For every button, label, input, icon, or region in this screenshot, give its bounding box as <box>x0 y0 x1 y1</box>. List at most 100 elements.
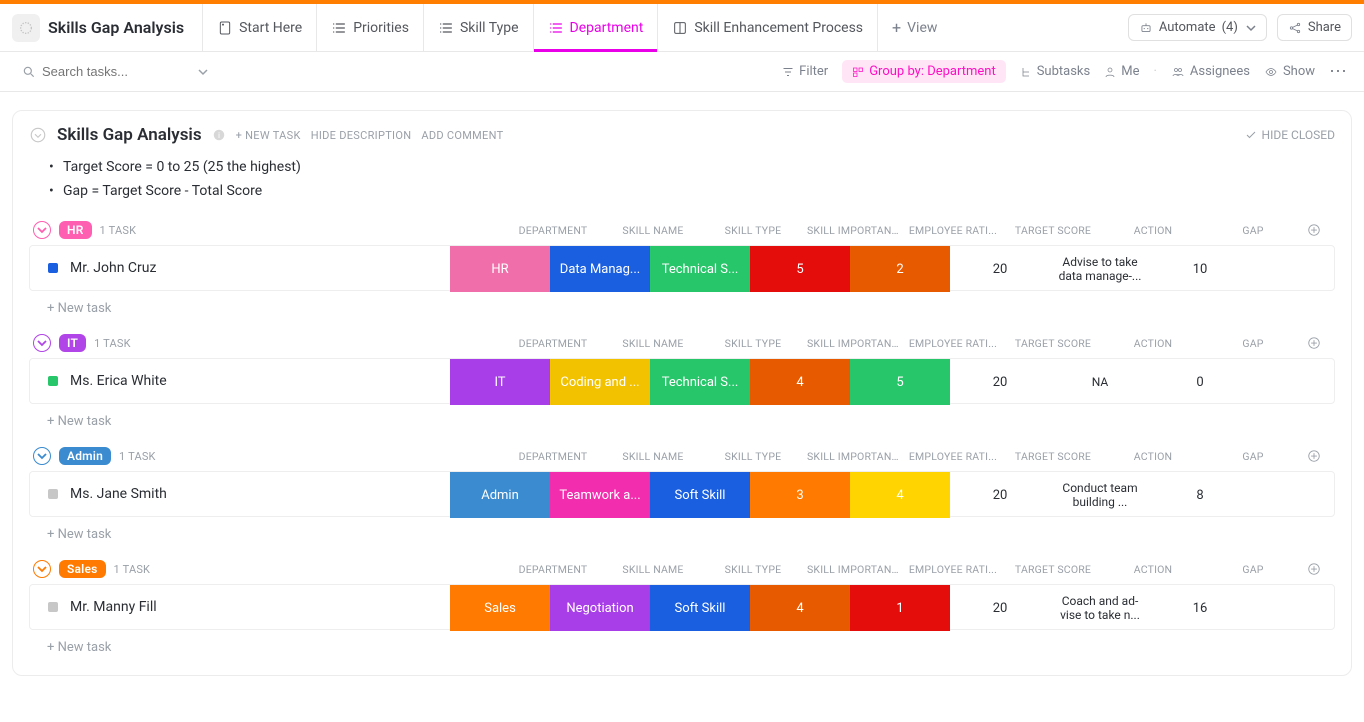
cell[interactable]: Admin <box>450 472 550 518</box>
column-header[interactable]: TARGET SCORE <box>1003 224 1103 237</box>
table-row[interactable]: Mr. John CruzHRData Manag...Technical S.… <box>29 245 1335 291</box>
column-header[interactable]: GAP <box>1203 563 1303 576</box>
cell[interactable]: 5 <box>850 359 950 405</box>
subtasks-button[interactable]: Subtasks <box>1020 64 1091 79</box>
status-indicator[interactable] <box>48 489 58 499</box>
task-name-cell[interactable]: Ms. Erica White <box>30 359 450 403</box>
new-task-row[interactable]: + New task <box>29 404 1335 429</box>
tab-department[interactable]: Department <box>533 4 658 51</box>
cell[interactable]: Coding and ... <box>550 359 650 405</box>
cell[interactable]: IT <box>450 359 550 405</box>
group-badge[interactable]: HR <box>59 221 92 239</box>
add-column-button[interactable] <box>1303 336 1335 350</box>
tab-priorities[interactable]: Priorities <box>316 4 423 51</box>
column-header[interactable]: GAP <box>1203 450 1303 463</box>
cell[interactable]: 2 <box>850 246 950 292</box>
cell[interactable]: Advise to take data manage-... <box>1050 246 1150 292</box>
add-column-button[interactable] <box>1303 562 1335 576</box>
column-header[interactable]: EMPLOYEE RATI... <box>903 450 1003 463</box>
cell[interactable]: NA <box>1050 359 1150 405</box>
cell[interactable]: 3 <box>750 472 850 518</box>
column-header[interactable]: DEPARTMENT <box>503 224 603 237</box>
column-header[interactable]: SKILL IMPORTAN... <box>803 450 903 463</box>
column-header[interactable]: ACTION <box>1103 337 1203 350</box>
cell[interactable]: 4 <box>750 585 850 631</box>
column-header[interactable]: ACTION <box>1103 450 1203 463</box>
cell[interactable]: Data Manag... <box>550 246 650 292</box>
column-header[interactable]: SKILL NAME <box>603 450 703 463</box>
cell[interactable]: HR <box>450 246 550 292</box>
collapse-toggle[interactable] <box>33 560 51 578</box>
group-badge[interactable]: IT <box>59 334 86 352</box>
add-column-button[interactable] <box>1303 449 1335 463</box>
share-button[interactable]: Share <box>1277 14 1352 41</box>
cell[interactable]: 20 <box>950 359 1050 405</box>
cell[interactable]: Technical S... <box>650 359 750 405</box>
automate-button[interactable]: Automate (4) <box>1128 14 1267 41</box>
column-header[interactable]: GAP <box>1203 337 1303 350</box>
column-header[interactable]: EMPLOYEE RATI... <box>903 563 1003 576</box>
cell[interactable]: Soft Skill <box>650 585 750 631</box>
cell[interactable]: 4 <box>750 359 850 405</box>
tab-skill-enhancement-process[interactable]: Skill Enhancement Process <box>657 4 877 51</box>
info-icon[interactable]: i <box>212 128 226 142</box>
column-header[interactable]: DEPARTMENT <box>503 563 603 576</box>
table-row[interactable]: Ms. Erica WhiteITCoding and ...Technical… <box>29 358 1335 404</box>
column-header[interactable]: TARGET SCORE <box>1003 450 1103 463</box>
cell[interactable]: 10 <box>1150 246 1250 292</box>
column-header[interactable]: TARGET SCORE <box>1003 563 1103 576</box>
workspace-logo[interactable] <box>12 14 40 42</box>
collapse-toggle[interactable] <box>33 221 51 239</box>
table-row[interactable]: Mr. Manny FillSalesNegotiationSoft Skill… <box>29 584 1335 630</box>
search-input[interactable] <box>42 64 192 79</box>
tab-skill-type[interactable]: Skill Type <box>423 4 533 51</box>
chevron-down-circle-icon[interactable] <box>29 126 47 144</box>
column-header[interactable]: ACTION <box>1103 224 1203 237</box>
column-header[interactable]: SKILL IMPORTAN... <box>803 563 903 576</box>
column-header[interactable]: DEPARTMENT <box>503 337 603 350</box>
status-indicator[interactable] <box>48 263 58 273</box>
column-header[interactable]: SKILL TYPE <box>703 563 803 576</box>
add-column-button[interactable] <box>1303 223 1335 237</box>
cell[interactable]: Negotiation <box>550 585 650 631</box>
column-header[interactable]: SKILL NAME <box>603 224 703 237</box>
hide-closed-button[interactable]: HIDE CLOSED <box>1245 128 1335 142</box>
table-row[interactable]: Ms. Jane SmithAdminTeamwork a...Soft Ski… <box>29 471 1335 517</box>
tab-start-here[interactable]: Start Here <box>202 4 316 51</box>
status-indicator[interactable] <box>48 376 58 386</box>
column-header[interactable]: SKILL NAME <box>603 563 703 576</box>
cell[interactable]: 20 <box>950 585 1050 631</box>
group-badge[interactable]: Sales <box>59 560 106 578</box>
me-button[interactable]: Me <box>1104 64 1139 79</box>
task-name-cell[interactable]: Mr. Manny Fill <box>30 585 450 629</box>
add-view-button[interactable]: +View <box>877 4 951 51</box>
cell[interactable]: Conduct team building ... <box>1050 472 1150 518</box>
cell[interactable]: 20 <box>950 246 1050 292</box>
column-header[interactable]: TARGET SCORE <box>1003 337 1103 350</box>
show-button[interactable]: Show <box>1264 64 1315 79</box>
column-header[interactable]: EMPLOYEE RATI... <box>903 337 1003 350</box>
column-header[interactable]: SKILL TYPE <box>703 224 803 237</box>
cell[interactable]: 4 <box>850 472 950 518</box>
new-task-row[interactable]: + New task <box>29 291 1335 316</box>
cell[interactable]: 0 <box>1150 359 1250 405</box>
collapse-toggle[interactable] <box>33 447 51 465</box>
new-task-button[interactable]: + NEW TASK <box>236 129 301 142</box>
chevron-down-icon[interactable] <box>198 67 208 77</box>
new-task-row[interactable]: + New task <box>29 517 1335 542</box>
hide-description-button[interactable]: HIDE DESCRIPTION <box>311 129 412 142</box>
new-task-row[interactable]: + New task <box>29 630 1335 655</box>
task-name-cell[interactable]: Mr. John Cruz <box>30 246 450 290</box>
column-header[interactable]: GAP <box>1203 224 1303 237</box>
column-header[interactable]: ACTION <box>1103 563 1203 576</box>
cell[interactable]: 8 <box>1150 472 1250 518</box>
cell[interactable]: Teamwork a... <box>550 472 650 518</box>
cell[interactable]: Coach and ad-vise to take n... <box>1050 585 1150 631</box>
column-header[interactable]: SKILL IMPORTAN... <box>803 337 903 350</box>
cell[interactable]: 1 <box>850 585 950 631</box>
column-header[interactable]: SKILL TYPE <box>703 450 803 463</box>
cell[interactable]: 5 <box>750 246 850 292</box>
column-header[interactable]: EMPLOYEE RATI... <box>903 224 1003 237</box>
cell[interactable]: Sales <box>450 585 550 631</box>
filter-button[interactable]: Filter <box>782 64 828 79</box>
